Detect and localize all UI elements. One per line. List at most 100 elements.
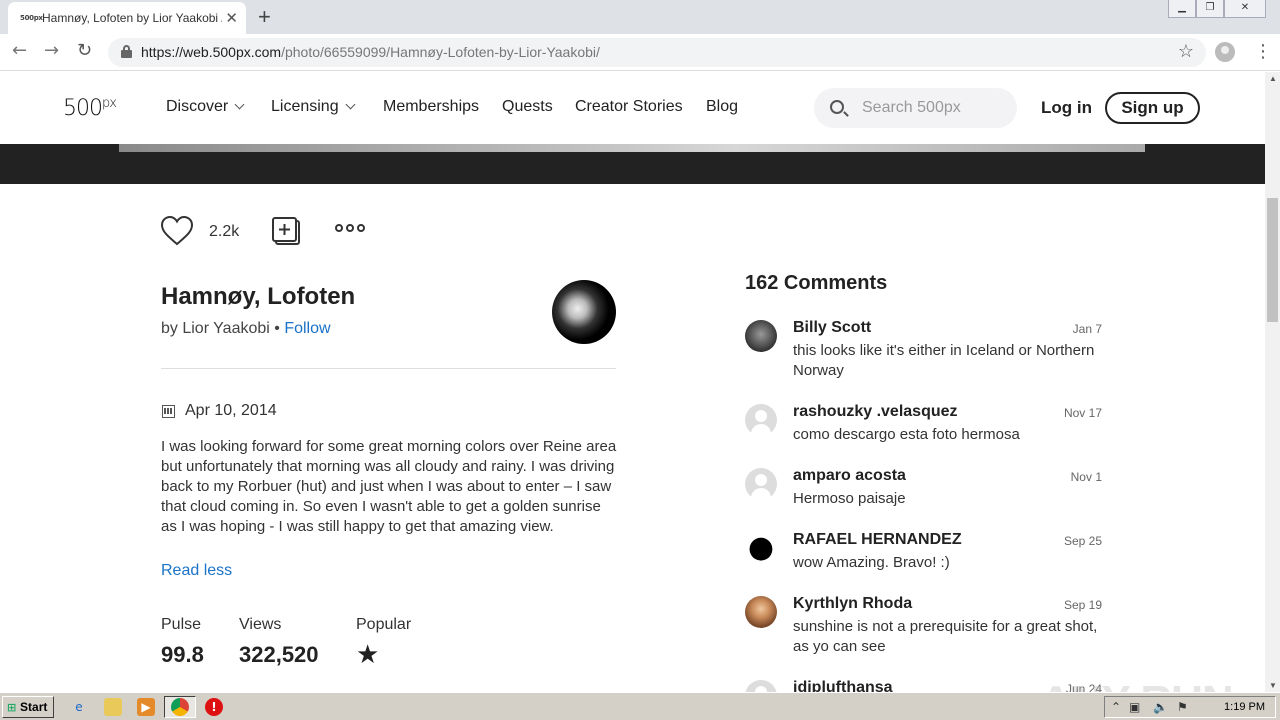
restore-icon[interactable]: ❐ [1196,0,1224,18]
minimize-icon[interactable]: ▁ [1168,0,1196,18]
opera-icon[interactable]: ! [205,698,223,716]
calendar-icon [162,405,175,418]
chrome-taskbar-button[interactable] [164,696,196,718]
photographer-avatar[interactable] [552,280,616,344]
start-button[interactable]: Start [2,696,54,718]
like-count: 2.2k [209,223,240,240]
back-icon[interactable]: ← [12,40,27,61]
lock-icon [121,45,132,58]
500px-logo[interactable]: 500px [63,96,117,121]
comment-date: Sep 19 [1063,598,1102,612]
tab-close-icon[interactable]: ✕ [225,9,238,27]
read-less-link[interactable]: Read less [161,562,232,580]
file-explorer-icon[interactable] [104,698,122,716]
url-path: /photo/66559099/Hamnøy-Lofoten-by-Lior-Y… [281,44,600,60]
photo-title: Hamnøy, Lofoten [161,283,356,310]
photo-viewer [0,144,1265,184]
reload-icon[interactable]: ↻ [77,40,92,61]
volume-icon[interactable]: 🔈 [1153,700,1168,714]
login-link[interactable]: Log in [1041,98,1092,118]
tab-title: Hamnøy, Lofoten by Lior Yaakobi / 5 [42,11,222,25]
scroll-down-icon[interactable]: ▼ [1269,681,1277,690]
commenter-name[interactable]: rashouzky .velasquez [793,403,958,421]
nav-quests[interactable]: Quests [502,98,553,116]
close-window-icon[interactable]: ✕ [1224,0,1266,18]
browser-toolbar: ← → ↻ https://web.500px.com/photo/665590… [0,34,1280,71]
comments-title: 162 Comments [745,272,888,294]
views-value: 322,520 [239,642,319,667]
window-controls: ▁ ❐ ✕ [1168,0,1266,20]
search-box[interactable] [814,88,1017,128]
default-avatar-icon[interactable] [745,680,777,692]
windows-taskbar: Start e ▶ ! ⌃ ▣ 🔈 ⚑ 1:19 PM [0,692,1280,720]
more-options-icon[interactable] [335,224,365,232]
follow-link[interactable]: Follow [284,320,330,337]
logo-text: 500 [63,96,103,121]
chevron-down-icon [345,99,356,110]
system-tray: ⌃ ▣ 🔈 ⚑ 1:19 PM [1104,696,1276,718]
browser-menu-icon[interactable]: ⋮ [1254,42,1272,62]
clock[interactable]: 1:19 PM [1224,701,1265,713]
comment-text: this looks like it's either in Iceland o… [793,342,1095,379]
profile-avatar-icon[interactable] [1215,42,1235,62]
url-text: https://web.500px.com/photo/66559099/Ham… [141,44,600,60]
comment-date: Jan 7 [1072,322,1102,336]
internet-explorer-icon[interactable]: e [70,698,88,716]
bookmark-star-icon[interactable]: ☆ [1178,41,1194,62]
default-avatar-icon[interactable] [745,468,777,500]
commenter-name[interactable]: amparo acosta [793,467,906,485]
comment-text: sunshine is not a prerequisite for a gre… [793,618,1098,655]
photographer-name[interactable]: by Lior Yaakobi [161,320,270,337]
comment-text: como descargo esta foto hermosa [793,426,1020,443]
commenter-name[interactable]: Billy Scott [793,319,871,337]
default-avatar-icon[interactable] [745,404,777,436]
screen: 500px Hamnøy, Lofoten by Lior Yaakobi / … [0,0,1280,720]
nav-blog[interactable]: Blog [706,98,738,116]
site-header: 500px Discover Licensing Memberships Que… [0,72,1265,144]
new-tab-icon[interactable]: + [258,5,271,29]
browser-tab[interactable]: 500px Hamnøy, Lofoten by Lior Yaakobi / … [8,2,246,34]
comment-date: Sep 25 [1063,534,1102,548]
like-heart-icon[interactable] [160,215,194,247]
pulse-value: 99.8 [161,642,204,667]
tray-expand-icon[interactable]: ⌃ [1111,700,1121,714]
commenter-name[interactable]: idiplufthansa [793,679,893,692]
anyrun-watermark: ANY RUN [1040,677,1234,692]
scrollbar-thumb[interactable] [1267,198,1278,322]
commenter-name[interactable]: Kyrthlyn Rhoda [793,595,912,613]
nav-memberships[interactable]: Memberships [383,98,479,116]
comment-text: wow Amazing. Bravo! :) [793,554,950,571]
nav-licensing[interactable]: Licensing [271,98,356,116]
nav-licensing-label: Licensing [271,98,339,115]
comment-date: Nov 1 [1070,470,1102,484]
network-icon[interactable]: ▣ [1129,700,1140,714]
web-page: 500px Discover Licensing Memberships Que… [0,72,1265,692]
url-host: https://web.500px.com [141,44,282,60]
forward-icon[interactable]: → [44,40,59,61]
commenter-name[interactable]: RAFAEL HERNANDEZ [793,531,962,549]
add-to-gallery-icon[interactable] [271,216,301,246]
page-scrollbar[interactable]: ▲ ▼ [1265,72,1280,692]
logo-sup: px [102,96,117,111]
nav-discover-label: Discover [166,98,229,115]
pulse-label: Pulse [161,616,202,633]
address-bar[interactable]: https://web.500px.com/photo/66559099/Ham… [108,38,1206,67]
comment-date: Nov 17 [1063,406,1102,420]
popular-star-icon: ★ [356,640,380,670]
media-player-icon[interactable]: ▶ [137,698,155,716]
photo-description: I was looking forward for some great mor… [161,438,617,535]
commenter-avatar[interactable] [745,320,777,352]
chevron-down-icon [234,99,245,110]
nav-creator-stories[interactable]: Creator Stories [575,98,683,116]
action-center-flag-icon[interactable]: ⚑ [1177,700,1188,714]
commenter-avatar[interactable] [745,596,777,628]
nav-discover[interactable]: Discover [166,98,245,116]
search-input[interactable] [862,97,1002,119]
browser-tab-strip: 500px Hamnøy, Lofoten by Lior Yaakobi / … [0,0,1280,34]
signup-button[interactable]: Sign up [1105,92,1200,124]
photo-image-bottom-edge[interactable] [119,144,1145,152]
photo-byline: by Lior Yaakobi • Follow [161,320,331,338]
scroll-up-icon[interactable]: ▲ [1269,74,1277,83]
views-label: Views [239,616,282,633]
apple-logo-avatar-icon[interactable]: ● [745,532,777,564]
